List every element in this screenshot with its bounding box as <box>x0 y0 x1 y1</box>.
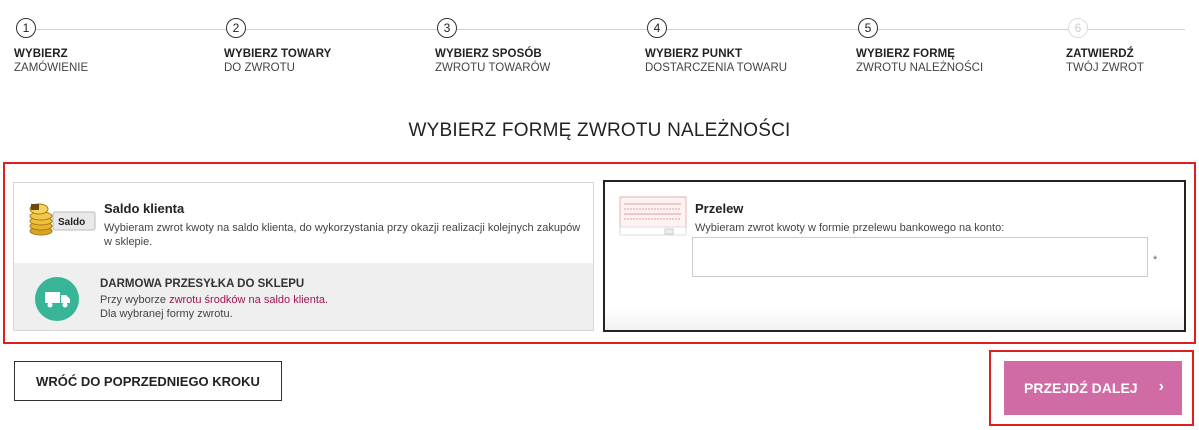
saldo-description: Wybieram zwrot kwoty na saldo klienta, d… <box>104 222 581 248</box>
step-3: 3 WYBIERZ SPOSÓB ZWROTU TOWARÓW <box>435 18 635 74</box>
free-shipping-line-2: Dla wybranej formy zwrotu. <box>100 308 233 320</box>
progress-steps: 1 WYBIERZ ZAMÓWIENIE 2 WYBIERZ TOWARY DO… <box>0 18 1199 88</box>
step-title: WYBIERZ SPOSÓB <box>435 48 542 60</box>
step-number: 2 <box>226 18 246 38</box>
bank-transfer-form-icon <box>619 196 687 236</box>
next-button[interactable]: PRZEJDŹ DALEJ › <box>1004 361 1182 415</box>
step-5: 5 WYBIERZ FORMĘ ZWROTU NALEŻNOŚCI <box>856 18 1056 74</box>
free-shipping-box: DARMOWA PRZESYŁKA DO SKLEPU Przy wyborze… <box>14 263 593 330</box>
truck-icon <box>35 277 79 321</box>
saldo-icon-label: Saldo <box>58 217 85 228</box>
step-title: ZATWIERDŹ <box>1066 48 1134 60</box>
bank-account-input[interactable] <box>692 237 1148 277</box>
step-2: 2 WYBIERZ TOWARY DO ZWROTU <box>224 18 424 74</box>
step-number: 1 <box>16 18 36 38</box>
free-shipping-line-1: Przy wyborze zwrotu środków na saldo kli… <box>100 294 329 306</box>
step-4: 4 WYBIERZ PUNKT DOSTARCZENIA TOWARU <box>645 18 845 74</box>
step-subtitle: ZWROTU NALEŻNOŚCI <box>856 62 984 74</box>
step-number: 4 <box>647 18 667 38</box>
step-subtitle: TWÓJ ZWROT <box>1066 62 1144 74</box>
option-saldo-card[interactable]: Saldo Saldo klienta Wybieram zwrot kwoty… <box>13 182 594 331</box>
step-title: WYBIERZ TOWARY <box>224 48 332 60</box>
free-shipping-highlight: zwrotu środków na saldo klienta. <box>169 294 329 306</box>
step-title: WYBIERZ FORMĘ <box>856 48 956 60</box>
step-title: WYBIERZ PUNKT <box>645 48 743 60</box>
step-1: 1 WYBIERZ ZAMÓWIENIE <box>14 18 214 74</box>
option-przelew-card[interactable]: Przelew Wybieram zwrot kwoty w formie pr… <box>603 180 1186 332</box>
page-title: WYBIERZ FORMĘ ZWROTU NALEŻNOŚCI <box>408 120 791 141</box>
free-shipping-title: DARMOWA PRZESYŁKA DO SKLEPU <box>100 278 305 290</box>
required-mark: * <box>1153 254 1158 266</box>
next-button-label: PRZEJDŹ DALEJ <box>1024 380 1138 396</box>
coins-saldo-icon: Saldo <box>29 203 96 236</box>
przelew-title: Przelew <box>695 201 744 216</box>
step-number: 5 <box>858 18 878 38</box>
step-subtitle: DO ZWROTU <box>224 62 295 74</box>
step-subtitle: ZWROTU TOWARÓW <box>435 62 551 74</box>
step-title: WYBIERZ <box>14 48 68 60</box>
step-subtitle: ZAMÓWIENIE <box>14 62 89 74</box>
step-subtitle: DOSTARCZENIA TOWARU <box>645 62 788 74</box>
saldo-title: Saldo klienta <box>104 201 185 216</box>
back-button[interactable]: WRÓĆ DO POPRZEDNIEGO KROKU <box>14 361 282 401</box>
step-number: 3 <box>437 18 457 38</box>
step-6: 6 ZATWIERDŹ TWÓJ ZWROT <box>1066 18 1196 74</box>
chevron-right-icon: › <box>1158 378 1164 395</box>
step-number: 6 <box>1068 18 1088 38</box>
przelew-description: Wybieram zwrot kwoty w formie przelewu b… <box>695 222 1005 234</box>
